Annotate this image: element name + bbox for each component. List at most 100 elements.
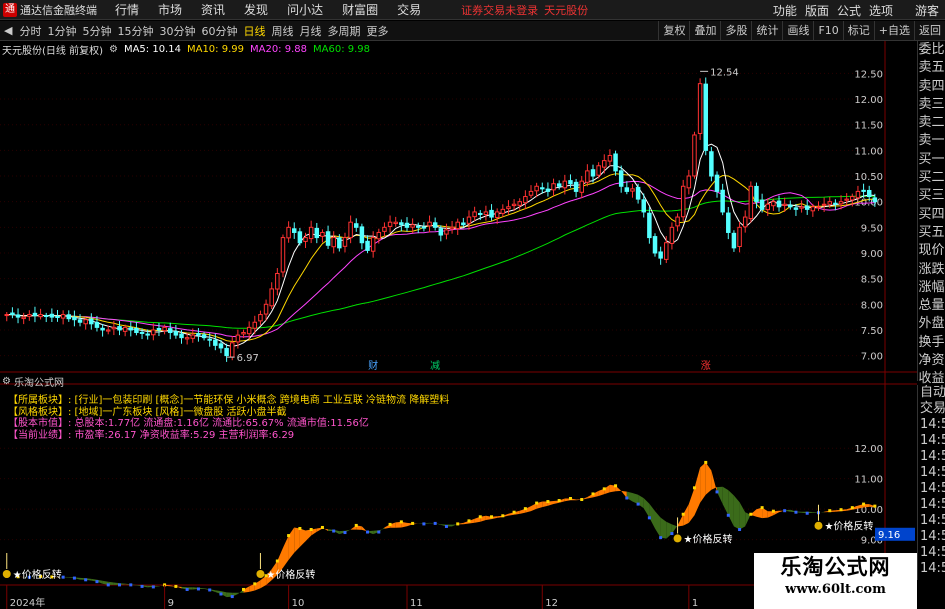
candle-body [432, 222, 438, 228]
order-book-label: 买一 [918, 151, 945, 167]
candle-body [742, 216, 748, 228]
tab-monthly[interactable]: 月线 [296, 23, 324, 39]
candle [66, 310, 72, 322]
candle-body [821, 203, 827, 206]
tab-60min[interactable]: 60分钟 [198, 23, 240, 39]
date-axis: 2024年 9 10 11 12 1 [6, 585, 698, 609]
indicator-dot [647, 516, 651, 520]
candle-body [669, 226, 675, 244]
add-watchlist-button[interactable]: +自选 [873, 21, 914, 41]
candle-body [517, 201, 522, 206]
candle [635, 183, 641, 204]
candle-body [94, 321, 100, 328]
candle [506, 200, 511, 215]
overlay-button[interactable]: 叠加 [689, 21, 720, 41]
mark-button[interactable]: 标记 [842, 21, 874, 41]
candle-body [540, 187, 545, 190]
candle [331, 231, 336, 254]
candle [359, 223, 365, 250]
candle-body [196, 333, 201, 336]
stock-info-block: 【所属板块】: [行业]一包装印刷 [概念]一节能环保 小米概念 跨境电商 工业… [8, 395, 449, 441]
settings-gear-icon[interactable]: ⚙ [2, 376, 11, 387]
candle-body [850, 196, 855, 201]
menu-ask[interactable]: 问小达 [287, 1, 323, 18]
tab-daily[interactable]: 日线 [240, 23, 268, 39]
ma5-label: MA5: 10.14 [123, 43, 181, 55]
signal-label: ★价格反转 [13, 568, 62, 581]
menu-layout[interactable]: 版面 [805, 2, 829, 19]
menu-guest[interactable]: 游客 [915, 2, 939, 19]
indicator-area [5, 460, 877, 599]
return-button[interactable]: 返回 [914, 21, 945, 41]
indicator-band-segment [649, 503, 655, 529]
menu-market[interactable]: 市场 [158, 1, 182, 18]
multi-stock-button[interactable]: 多股 [720, 21, 751, 41]
candle [21, 312, 26, 325]
tab-5min[interactable]: 5分钟 [79, 23, 114, 39]
candle [449, 221, 455, 234]
menu-discover[interactable]: 发现 [244, 1, 268, 18]
candle [585, 164, 590, 187]
candle-body [241, 332, 246, 335]
candle [494, 208, 500, 225]
menu-quotes[interactable]: 行情 [115, 1, 139, 18]
menu-trade[interactable]: 交易 [397, 1, 421, 18]
candle-body [838, 201, 844, 205]
tab-30min[interactable]: 30分钟 [156, 23, 198, 39]
candle-body [297, 231, 303, 244]
menu-function[interactable]: 功能 [773, 2, 797, 19]
candle [320, 229, 325, 243]
candle [697, 78, 703, 140]
candle [489, 204, 494, 221]
menu-formula[interactable]: 公式 [837, 2, 861, 19]
order-book-labels: 委比 卖五 卖四 卖三 卖二 卖一 买一 买二 买三 买四 买五 现价 涨跌 涨… [917, 41, 945, 386]
tab-1min[interactable]: 1分钟 [44, 23, 79, 39]
event-marker: 财 [368, 359, 378, 372]
menu-wealth-circle[interactable]: 财富圈 [342, 1, 378, 18]
tab-weekly[interactable]: 周线 [268, 23, 296, 39]
candle [286, 221, 291, 243]
candle-body [252, 321, 258, 329]
indicator-dot [411, 521, 415, 525]
indicator-dot [151, 585, 155, 589]
indicator-band-segment [756, 507, 763, 519]
indicator-band-segment [632, 493, 639, 505]
draw-line-button[interactable]: 画线 [782, 21, 813, 41]
menu-news[interactable]: 资讯 [201, 1, 225, 18]
candle [472, 206, 477, 222]
candle-body [66, 314, 72, 320]
time-list-item: 14:55 [920, 433, 945, 448]
candle [658, 246, 663, 265]
ma10-label: MA10: 9.99 [186, 43, 244, 55]
indicator-dot [749, 512, 753, 516]
order-book-label: 买三 [918, 188, 945, 204]
candle-body [489, 209, 494, 218]
kline-chart[interactable]: 7.007.508.008.509.009.5010.0010.5011.001… [0, 41, 945, 609]
menu-options[interactable]: 选项 [869, 2, 893, 19]
candle-body [866, 189, 872, 198]
trade-login-status[interactable]: 证券交易未登录 [461, 2, 538, 18]
order-book-label: 买二 [918, 170, 945, 186]
statistics-button[interactable]: 统计 [751, 21, 782, 41]
tab-15min[interactable]: 15分钟 [114, 23, 156, 39]
candle [4, 311, 10, 322]
f10-button[interactable]: F10 [813, 21, 842, 41]
indicator-dot [873, 504, 877, 508]
settings-gear-icon[interactable]: ⚙ [109, 44, 118, 55]
candle [393, 216, 398, 227]
date-tick-label: 10 [292, 598, 305, 609]
price-tick-label: 12.50 [854, 69, 883, 80]
indicator-dot [783, 509, 787, 513]
restore-rights-button[interactable]: 复权 [658, 21, 689, 41]
tab-more[interactable]: 更多 [363, 23, 391, 39]
indicator-dot [467, 519, 471, 523]
candle [173, 324, 179, 339]
candle-body [506, 206, 511, 210]
tab-multi-period[interactable]: 多周期 [324, 23, 363, 39]
tab-intraday[interactable]: 分时 [16, 23, 44, 39]
time-list-item: 14:56 [920, 497, 945, 512]
ma60-label: MA60: 9.98 [313, 43, 371, 55]
order-book-label: 涨幅 [918, 279, 945, 295]
candle [652, 233, 658, 257]
back-button[interactable]: ◀ [0, 24, 16, 37]
